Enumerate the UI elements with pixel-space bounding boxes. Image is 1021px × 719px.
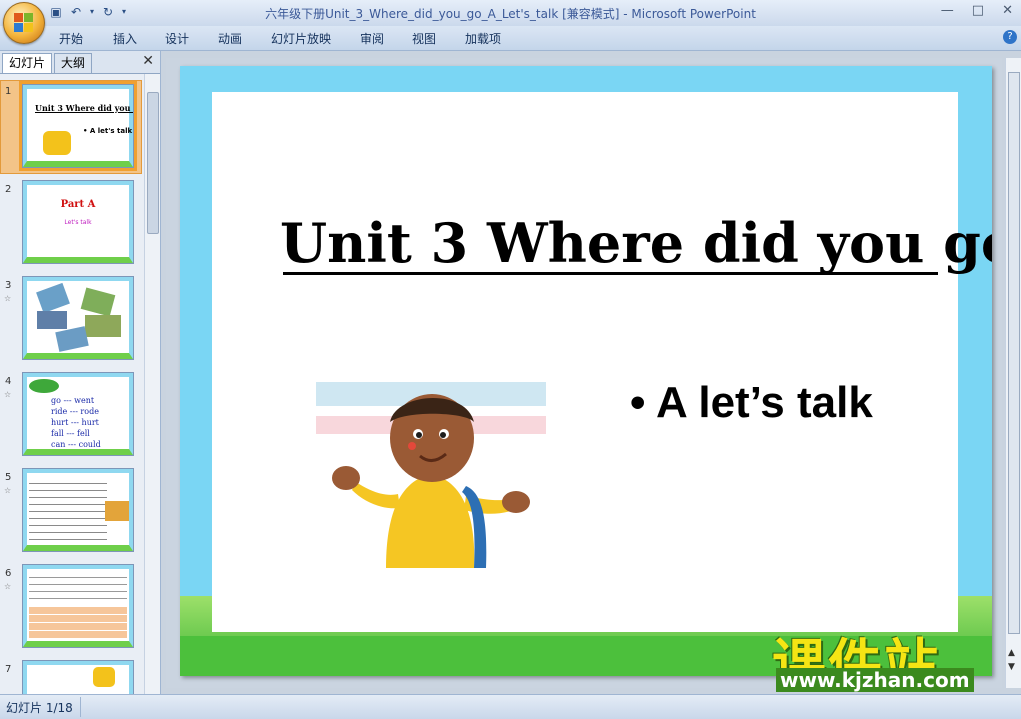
slide-thumbnail-7[interactable] (22, 660, 134, 694)
next-slide-icon[interactable]: ▼ (1008, 662, 1015, 672)
slide-thumbnail-4[interactable]: go --- went ride --- rode hurt --- hurt … (22, 372, 134, 456)
slide-number: 4 (5, 376, 12, 387)
office-logo-icon (14, 13, 34, 33)
thumb-line: ride --- rode (51, 407, 99, 416)
tab-animations[interactable]: 动画 (218, 30, 242, 47)
boy-figure (43, 131, 71, 155)
slide-number: 3 (5, 280, 12, 291)
scrollbar-thumb[interactable] (147, 92, 159, 234)
tab-view[interactable]: 视图 (412, 30, 436, 47)
editor-scrollbar[interactable]: ▲ ▼ (1005, 58, 1021, 688)
slides-panel: 幻灯片 大纲 ✕ 1 Unit 3 Where did you go? • A … (0, 51, 161, 694)
ribbon-tabs: 开始 插入 设计 动画 幻灯片放映 审阅 视图 加载项 ? (0, 26, 1021, 51)
tab-addins[interactable]: 加载项 (465, 30, 501, 47)
slide-thumbnail-2[interactable]: Part A Let's talk (22, 180, 134, 264)
status-bar: 幻灯片 1/18 (0, 694, 1021, 719)
tab-slides[interactable]: 幻灯片 (2, 53, 53, 73)
maximize-icon[interactable]: □ (972, 3, 984, 18)
thumb-text: • A let's talk (83, 127, 133, 135)
window-title: 六年级下册Unit_3_Where_did_you_go_A_Let's_tal… (265, 7, 756, 21)
panel-scrollbar[interactable] (144, 74, 160, 694)
slide-bullet[interactable]: • A let’s talk (630, 378, 873, 428)
slide-editor: Unit 3 Where did you go? • A let’s talk (166, 58, 1002, 688)
slide-title[interactable]: Unit 3 Where did you go? (280, 211, 992, 275)
status-divider (80, 697, 81, 717)
slide-number: 7 (5, 664, 12, 675)
slide-thumbnail-1[interactable]: Unit 3 Where did you go? • A let's talk (19, 81, 137, 171)
office-button[interactable] (3, 2, 45, 44)
slide-thumbnail-5[interactable] (22, 468, 134, 552)
title-underline (283, 272, 938, 275)
slide-thumbnail-3[interactable] (22, 276, 134, 360)
thumb-line: go --- went (51, 396, 95, 405)
tab-design[interactable]: 设计 (165, 30, 189, 47)
thumb-line: can --- could (51, 440, 101, 449)
slide-canvas[interactable]: Unit 3 Where did you go? • A let’s talk (180, 66, 992, 676)
thumb-line: fall --- fell (51, 429, 90, 438)
animation-star-icon: ☆ (4, 582, 12, 591)
minimize-icon[interactable]: — (941, 3, 954, 18)
slide-number: 1 (5, 86, 12, 97)
slide-thumbnail-6[interactable] (22, 564, 134, 648)
tab-outline[interactable]: 大纲 (54, 53, 93, 73)
animation-star-icon: ☆ (4, 390, 12, 399)
scrollbar-thumb[interactable] (1008, 72, 1020, 634)
thumb-title: Unit 3 Where did you go? (35, 103, 133, 113)
watermark-url: www.kjzhan.com (776, 668, 974, 692)
tab-home[interactable]: 开始 (59, 30, 83, 47)
slide-number: 6 (5, 568, 12, 579)
prev-slide-icon[interactable]: ▲ (1008, 648, 1015, 658)
close-icon[interactable]: ✕ (1002, 3, 1013, 18)
title-bar: ▣ ↶ ▾ ↻ ▾ 六年级下册Unit_3_Where_did_you_go_A… (0, 0, 1021, 44)
animation-star-icon: ☆ (4, 486, 12, 495)
tab-slideshow[interactable]: 幻灯片放映 (271, 30, 331, 47)
boy-illustration[interactable] (316, 382, 546, 568)
tab-insert[interactable]: 插入 (113, 30, 137, 47)
slide-number: 2 (5, 184, 12, 195)
thumb-title: Part A (60, 199, 96, 210)
tab-review[interactable]: 审阅 (360, 30, 384, 47)
help-icon[interactable]: ? (1003, 30, 1017, 44)
thumbnail-list: 1 Unit 3 Where did you go? • A let's tal… (0, 74, 143, 694)
thumb-text: Let's talk (64, 219, 92, 226)
close-panel-icon[interactable]: ✕ (142, 53, 154, 69)
slide-number: 5 (5, 472, 12, 483)
slide-counter: 幻灯片 1/18 (6, 701, 73, 715)
animation-star-icon: ☆ (4, 294, 12, 303)
thumb-line: hurt --- hurt (51, 418, 99, 427)
